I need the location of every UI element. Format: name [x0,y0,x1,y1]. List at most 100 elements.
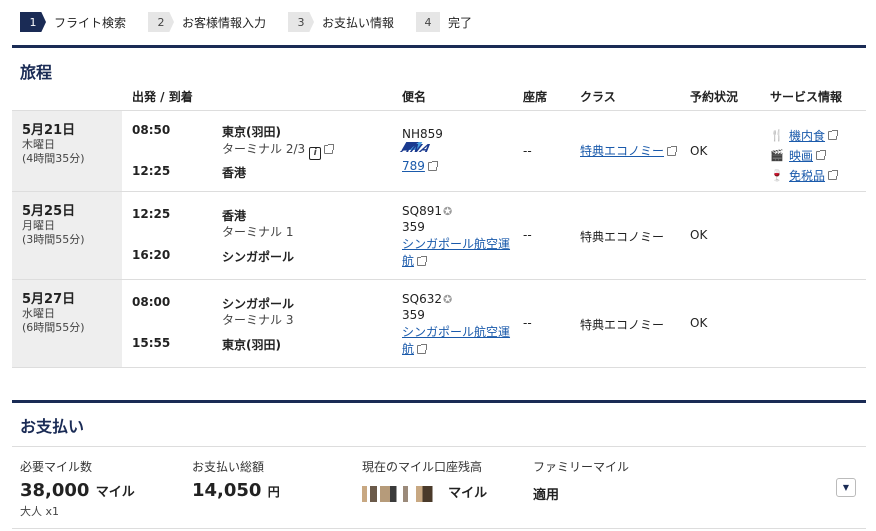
step-payment-info: 3 お支払い情報 [288,12,394,32]
aircraft-link[interactable]: 789 [402,159,438,174]
step-label: フライト検索 [54,15,127,30]
flight-number: NH859 [402,127,443,141]
class-name: 特典エコノミー [580,230,665,244]
terminal-text: ターミナル 2/3 [222,142,306,156]
external-link-icon[interactable] [417,256,428,266]
step-label: お支払い情報 [322,15,395,30]
flight-number: SQ891 [402,204,442,218]
weekday: 水曜日 [22,307,55,320]
date-cell: 5月27日 水曜日 (6時間55分) [12,280,122,367]
class-name[interactable]: 特典エコノミー [580,144,664,158]
service-label[interactable]: 機内食 [789,127,825,144]
step-label: お客様情報入力 [182,15,267,30]
step-number: 3 [288,12,315,32]
balance-label: 現在のマイル口座残高 [362,460,483,474]
star-alliance-icon: ✪ [442,293,453,306]
step-flight-search: 1 フライト検索 [20,12,126,32]
flight-number-wrap: SQ891✪ [402,204,452,218]
departure-terminal: ターミナル 1 [222,225,294,239]
external-link-icon[interactable] [417,344,428,354]
weekday: 木曜日 [22,138,55,151]
date-cell: 5月21日 木曜日 (4時間35分) [12,111,122,191]
itinerary-row: 5月25日 月曜日 (3時間55分) 12:25 香港 ターミナル 1 16:2… [12,192,866,279]
mile-balance: マイル [362,482,487,502]
flight-date: 5月27日 [22,292,76,307]
flight-date: 5月25日 [22,204,76,219]
operator-link[interactable]: シンガポール航空運航 [402,236,514,270]
arrival-time: 15:55 [132,336,171,350]
aircraft-type: 359 [402,220,425,234]
service-list: 🍴 機内食 🎬 映画 🍷 免税品 [770,127,839,187]
service-movie[interactable]: 🎬 映画 [770,147,837,164]
departure-city: シンガポール [222,297,295,311]
total-amount: 14,050 円 [192,480,280,501]
header-seat: 座席 [523,90,548,104]
weekday: 月曜日 [22,219,55,232]
passenger-count: 大人 x1 [20,505,60,518]
itinerary-row: 5月27日 水曜日 (6時間55分) 08:00 シンガポール ターミナル 3 … [12,280,866,367]
info-icon[interactable]: i [309,147,322,160]
expand-dropdown-button[interactable]: ▼ [836,478,856,497]
arrival-time: 12:25 [132,164,171,178]
chevron-down-icon: ▼ [842,483,850,492]
operator-link[interactable]: シンガポール航空運航 [402,324,514,358]
external-link-icon[interactable] [667,146,678,156]
total-value: 14,050 [192,480,262,501]
departure-city: 東京(羽田) [222,125,281,139]
ana-logo: ANA [398,142,435,155]
departure-city: 香港 [222,209,247,223]
class-link[interactable]: 特典エコノミー [580,142,678,159]
bottom-divider [12,528,866,529]
departure-time: 12:25 [132,207,171,221]
duration: (4時間35分) [22,152,85,165]
arrival-city: シンガポール [222,250,295,264]
section-divider [12,45,866,48]
seat: -- [523,144,532,158]
step-number: 4 [416,12,441,32]
aircraft-type[interactable]: 789 [402,159,425,173]
header-class: クラス [580,90,616,104]
header-flight: 便名 [402,90,427,104]
required-miles-label: 必要マイル数 [20,460,93,474]
date-cell: 5月25日 月曜日 (3時間55分) [12,192,122,279]
duration: (6時間55分) [22,321,85,334]
yen-unit: 円 [267,485,280,499]
total-label: お支払い総額 [192,460,265,474]
arrival-time: 16:20 [132,248,171,262]
external-link-icon[interactable] [828,130,839,140]
payment-title: お支払い [20,417,85,436]
movie-icon: 🎬 [770,149,784,162]
progress-steps: 1 フライト検索 2 お客様情報入力 3 お支払い情報 4 完了 [20,12,494,32]
booking-status: OK [690,316,708,330]
departure-time: 08:50 [132,123,171,137]
seat: -- [523,228,532,242]
service-label[interactable]: 免税品 [789,167,825,184]
itinerary-row: 5月21日 木曜日 (4時間35分) 08:50 東京(羽田) ターミナル 2/… [12,111,866,191]
step-number: 1 [20,12,46,32]
arrival-city: 香港 [222,166,247,180]
step-customer-info: 2 お客様情報入力 [148,12,266,32]
step-number: 2 [148,12,175,32]
airline-code: ANA [398,142,435,155]
family-miles-value: 適用 [533,488,560,503]
aircraft-type: 359 [402,308,425,322]
external-link-icon[interactable] [816,150,827,160]
balance-unit: マイル [448,486,488,501]
service-label[interactable]: 映画 [789,147,813,164]
star-alliance-icon: ✪ [442,205,453,218]
flight-number: SQ632 [402,292,442,306]
family-miles-label: ファミリーマイル [533,460,630,474]
header-dep-arr: 出発 / 到着 [132,90,193,104]
class-name: 特典エコノミー [580,318,665,332]
meal-icon: 🍴 [770,129,784,142]
external-link-icon[interactable] [828,170,839,180]
external-link-icon[interactable] [324,144,335,154]
departure-time: 08:00 [132,295,171,309]
seat: -- [523,316,532,330]
service-meal[interactable]: 🍴 機内食 [770,127,839,144]
duration: (3時間55分) [22,233,85,246]
service-dutyfree[interactable]: 🍷 免税品 [770,167,839,184]
booking-status: OK [690,144,708,158]
row-divider [12,367,866,368]
external-link-icon[interactable] [427,161,438,171]
